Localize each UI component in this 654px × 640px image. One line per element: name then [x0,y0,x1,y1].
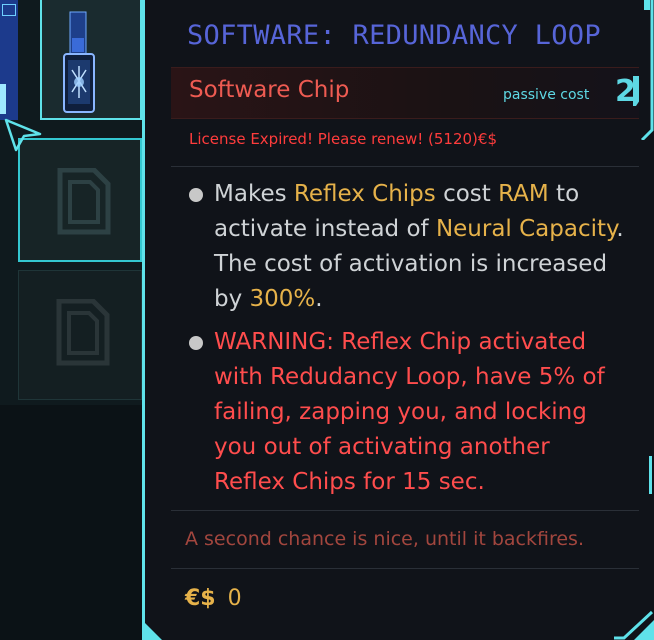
item-type: Software Chip [189,77,350,103]
highlight-neural-capacity: Neural Capacity [435,216,617,242]
description-effect: Makes Reflex Chips cost RAM to activate … [214,177,624,317]
side-tab-indicator [0,84,6,114]
highlight-reflex-chips: Reflex Chips [293,181,436,207]
inventory-column [0,0,142,640]
divider [171,568,639,569]
divider [171,166,639,167]
description-text: cost [435,181,499,207]
empty-chip-slot-icon [57,168,111,235]
cost-bar-icon [633,76,639,106]
chip-slot-empty[interactable] [18,270,142,400]
empty-chip-slot-icon [56,299,110,366]
chip-slot-selected[interactable] [40,0,142,120]
mouse-cursor-icon [4,118,42,152]
software-chip-icon [63,11,95,113]
highlight-percentage: 300% [249,286,316,312]
divider [171,510,639,511]
cost-value: 2 [615,74,636,109]
eddies-currency-icon: €$ [185,586,216,611]
chip-slot-empty[interactable] [18,138,142,262]
item-title: SOFTWARE: REDUNDANCY LOOP [187,20,601,51]
side-tab-marker-icon [2,4,16,16]
price-row: €$ 0 [185,586,242,611]
inventory-lower-area [0,405,142,640]
edge-tick [649,456,652,494]
panel-corner-decoration [614,610,654,640]
bullet-icon [189,336,203,350]
description-warning: WARNING: Reflex Chip activated with Redu… [214,329,605,495]
item-tooltip: SOFTWARE: REDUNDANCY LOOP Software Chip … [142,0,654,640]
item-type-bar: Software Chip passive cost 2 [171,67,639,119]
highlight-ram: RAM [498,181,549,207]
bullet-icon [189,188,203,202]
panel-corner-decoration [142,620,162,640]
description-text: . [315,286,323,312]
flavor-text: A second chance is nice, until it backfi… [185,528,584,550]
license-notice: License Expired! Please renew! (5120)€$ [189,130,497,148]
cost-label: passive cost [503,87,590,103]
description-text: Makes [214,181,294,207]
price-value: 0 [227,586,242,611]
